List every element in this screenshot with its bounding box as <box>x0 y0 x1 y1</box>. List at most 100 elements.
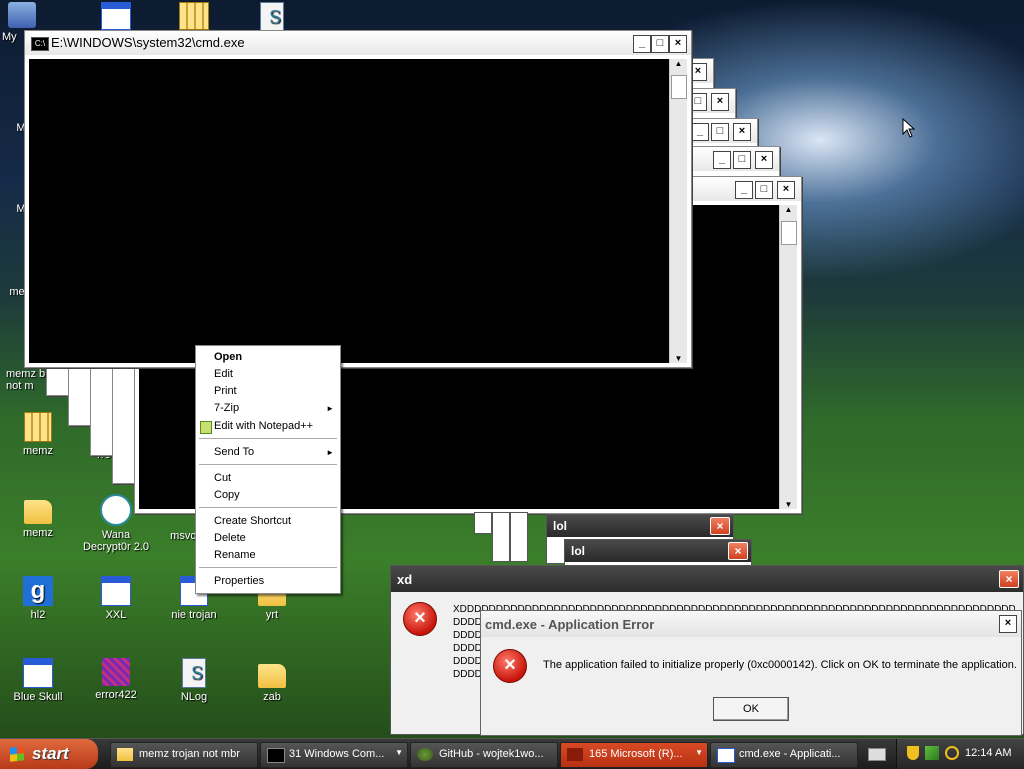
dropdown-arrow-icon: ▼ <box>695 748 703 757</box>
window-title: xd <box>397 572 413 587</box>
close-icon[interactable]: × <box>710 517 730 535</box>
dropdown-arrow-icon: ▼ <box>395 748 403 757</box>
menu-item-open[interactable]: Open <box>214 351 242 363</box>
taskbar-button-github[interactable]: GitHub - wojtek1wo... <box>410 742 558 768</box>
close-icon[interactable]: × <box>711 93 729 111</box>
maximize-icon[interactable]: □ <box>711 123 729 141</box>
desktop-icon-memz-zip[interactable]: memz <box>2 412 74 457</box>
scroll-down-icon[interactable]: ▼ <box>670 354 687 363</box>
xd-line-6: DDDD <box>453 669 482 680</box>
browser-icon <box>417 748 433 761</box>
folder-icon <box>258 664 286 688</box>
desktop-icon-app-top-2[interactable] <box>158 2 230 33</box>
desktop-icon-hl2[interactable]: g hl2 <box>2 576 74 621</box>
close-icon[interactable]: × <box>999 570 1019 588</box>
menu-item-create-shortcut[interactable]: Create Shortcut <box>214 515 291 527</box>
submenu-arrow-icon: ► <box>326 448 334 457</box>
windows-logo-icon <box>10 746 24 762</box>
menu-item-copy[interactable]: Copy <box>214 489 240 501</box>
minimize-icon[interactable]: _ <box>713 151 731 169</box>
menu-item-edit[interactable]: Edit <box>214 368 233 380</box>
taskbar-button-microsoft[interactable]: 165 Microsoft (R)... ▼ <box>560 742 708 768</box>
start-button[interactable]: start <box>0 739 98 769</box>
folder-icon <box>117 748 133 761</box>
desktop-icon-memz-bat[interactable]: memz b not m <box>6 368 48 392</box>
desktop-icon-blue-skull[interactable]: Blue Skull <box>2 658 74 703</box>
desktop-icon-error422[interactable]: error422 <box>80 658 152 701</box>
minimize-icon[interactable]: _ <box>691 123 709 141</box>
search-icon[interactable] <box>945 746 959 760</box>
maximize-icon[interactable]: □ <box>733 151 751 169</box>
window-icon <box>23 658 53 688</box>
title-bar[interactable]: C:\ E:\WINDOWS\system32\cmd.exe <box>25 31 691 55</box>
notepadpp-icon <box>200 421 212 434</box>
menu-item-delete[interactable]: Delete <box>214 532 246 544</box>
desktop-icon-app-top-1[interactable] <box>80 2 152 33</box>
scroll-down-icon[interactable]: ▼ <box>780 500 797 509</box>
shield-icon[interactable] <box>907 746 919 760</box>
desktop-icon-msvc[interactable]: msvc <box>168 530 198 542</box>
close-icon[interactable]: × <box>999 615 1017 633</box>
menu-item-properties[interactable]: Properties <box>214 575 264 587</box>
close-icon[interactable]: × <box>669 35 687 53</box>
taskbar-button-cmd-error[interactable]: cmd.exe - Applicati... <box>710 742 858 768</box>
cube-icon <box>102 658 130 686</box>
window-title: lol <box>571 544 585 558</box>
minimize-icon[interactable]: _ <box>633 35 651 53</box>
system-tray: 12:14 AM <box>896 739 1024 769</box>
computer-icon <box>8 2 36 28</box>
menu-separator <box>199 464 337 465</box>
scroll-thumb[interactable] <box>671 75 687 99</box>
close-icon[interactable]: × <box>728 542 748 560</box>
title-bar[interactable]: lol <box>565 540 751 562</box>
desktop-icon-nlog[interactable]: NLog <box>158 658 230 703</box>
title-bar[interactable]: cmd.exe - Application Error <box>481 611 1021 637</box>
xd-line-5: DDDD <box>453 656 482 667</box>
taskbar-button-windows-command[interactable]: 31 Windows Com... ▼ <box>260 742 408 768</box>
vertical-scrollbar[interactable]: ▲ ▼ <box>779 205 797 509</box>
error-icon: × <box>493 649 527 683</box>
keyboard-icon[interactable] <box>868 748 886 761</box>
window-title: cmd.exe - Application Error <box>485 617 655 632</box>
menu-item-print[interactable]: Print <box>214 385 237 397</box>
cmd-window-main[interactable]: C:\ E:\WINDOWS\system32\cmd.exe _ □ × ▲ … <box>24 30 692 368</box>
title-bar[interactable]: lol <box>547 515 733 537</box>
notepad-icon <box>260 2 284 32</box>
menu-item-rename[interactable]: Rename <box>214 549 256 561</box>
desktop-icon-zab[interactable]: zab <box>236 658 308 703</box>
maximize-icon[interactable]: □ <box>755 181 773 199</box>
ok-button[interactable]: OK <box>713 697 789 721</box>
app-icon <box>567 748 583 761</box>
clock[interactable]: 12:14 AM <box>965 747 1011 759</box>
console-output[interactable] <box>29 59 669 363</box>
notepad-icon <box>182 658 206 688</box>
mouse-cursor-icon <box>902 118 916 138</box>
desktop-icon-memz-folder[interactable]: memz <box>2 494 74 539</box>
cmd-icon <box>267 748 285 763</box>
xd-line-4: DDDD <box>453 643 482 654</box>
scroll-thumb[interactable] <box>781 221 797 245</box>
maximize-icon[interactable]: □ <box>651 35 669 53</box>
vertical-scrollbar[interactable]: ▲ ▼ <box>669 59 687 363</box>
xd-line-3: DDDD <box>453 630 482 641</box>
title-bar[interactable]: xd <box>391 566 1023 592</box>
menu-separator <box>199 567 337 568</box>
close-icon[interactable]: × <box>755 151 773 169</box>
scroll-up-icon[interactable]: ▲ <box>670 59 687 68</box>
menu-item-send-to[interactable]: Send To <box>214 446 254 458</box>
hl2-icon: g <box>23 576 53 606</box>
desktop-icon-xxl[interactable]: XXL <box>80 576 152 621</box>
window-icon <box>101 576 131 606</box>
menu-item-edit-notepadpp[interactable]: Edit with Notepad++ <box>214 420 313 432</box>
window-title: E:\WINDOWS\system32\cmd.exe <box>51 35 245 50</box>
menu-item-7zip[interactable]: 7-Zip <box>214 402 239 414</box>
scroll-up-icon[interactable]: ▲ <box>780 205 797 214</box>
network-icon[interactable] <box>925 746 939 760</box>
close-icon[interactable]: × <box>733 123 751 141</box>
close-icon[interactable]: × <box>777 181 795 199</box>
menu-item-cut[interactable]: Cut <box>214 472 231 484</box>
minimize-icon[interactable]: _ <box>735 181 753 199</box>
taskbar-button-memz-folder[interactable]: memz trojan not mbr <box>110 742 258 768</box>
application-error-dialog[interactable]: cmd.exe - Application Error × × The appl… <box>480 610 1022 736</box>
window-title: lol <box>553 519 567 533</box>
